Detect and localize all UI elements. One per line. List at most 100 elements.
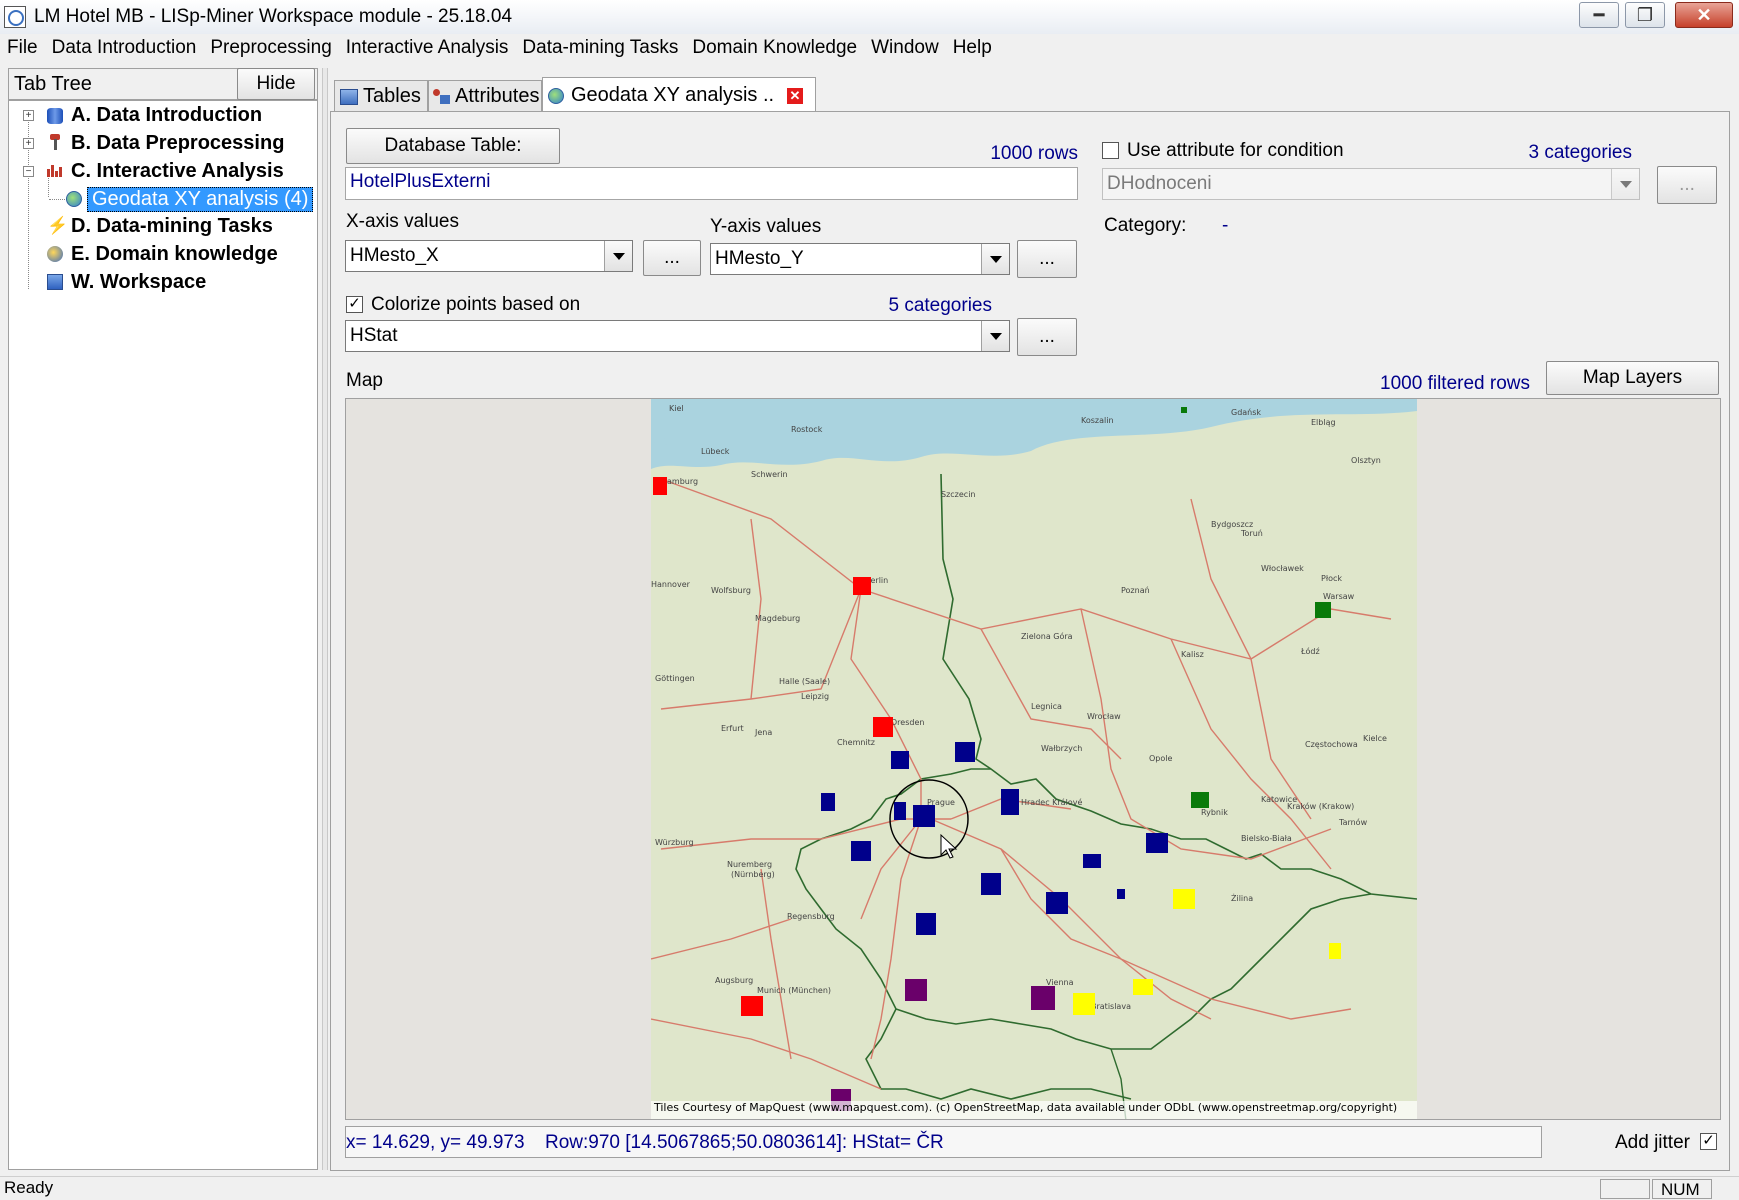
map-label: Map bbox=[346, 370, 383, 391]
tree-item-data-mining-tasks[interactable]: D. Data-mining Tasks bbox=[71, 215, 273, 238]
attributes-icon bbox=[433, 89, 451, 105]
svg-text:Wrocław: Wrocław bbox=[1087, 712, 1121, 721]
svg-text:Elbląg: Elbląg bbox=[1311, 418, 1336, 427]
svg-text:Żilina: Żilina bbox=[1231, 893, 1253, 903]
x-axis-select[interactable]: HMesto_X bbox=[345, 240, 633, 272]
globe-icon bbox=[66, 191, 82, 207]
svg-text:Jena: Jena bbox=[754, 728, 772, 737]
close-window-button[interactable]: ✕ bbox=[1675, 2, 1733, 28]
close-tab-icon[interactable]: ✕ bbox=[787, 88, 803, 104]
menu-interactive-analysis[interactable]: Interactive Analysis bbox=[339, 36, 516, 62]
menu-window[interactable]: Window bbox=[864, 36, 946, 62]
svg-text:Nuremberg: Nuremberg bbox=[727, 860, 772, 869]
menu-file[interactable]: File bbox=[0, 36, 45, 62]
map-viewport[interactable]: Kiel Rostock Lübeck Hamburg Schwerin Szczeci… bbox=[345, 398, 1721, 1120]
condition-options-button: ... bbox=[1657, 166, 1717, 204]
restore-button[interactable]: ❐ bbox=[1625, 2, 1665, 28]
svg-text:Regensburg: Regensburg bbox=[787, 912, 835, 921]
hide-button[interactable]: Hide bbox=[237, 68, 315, 100]
x-axis-options-button[interactable]: ... bbox=[643, 240, 701, 276]
tree-item-domain-knowledge[interactable]: E. Domain knowledge bbox=[71, 243, 278, 266]
svg-text:Hannover: Hannover bbox=[651, 580, 691, 589]
menu-help[interactable]: Help bbox=[946, 36, 999, 62]
tree-item-geodata-xy-analysis[interactable]: Geodata XY analysis (4) bbox=[87, 187, 314, 212]
add-jitter-checkbox[interactable]: ✓ bbox=[1700, 1133, 1717, 1150]
svg-text:Szczecin: Szczecin bbox=[941, 490, 976, 499]
map-canvas[interactable]: Kiel Rostock Lübeck Hamburg Schwerin Szczeci… bbox=[651, 399, 1417, 1119]
database-table-button[interactable]: Database Table: bbox=[346, 128, 560, 164]
expand-toggle-a[interactable]: + bbox=[23, 110, 34, 121]
menu-bar: File Data Introduction Preprocessing Int… bbox=[0, 36, 1739, 62]
menu-data-mining-tasks[interactable]: Data-mining Tasks bbox=[515, 36, 685, 62]
tab-tables[interactable]: Tables bbox=[334, 80, 428, 112]
city-labels: KielRostockLübeckHamburg SchwerinSzczeci… bbox=[651, 404, 1387, 1011]
svg-text:Munich (München): Munich (München) bbox=[757, 986, 831, 995]
menu-data-introduction[interactable]: Data Introduction bbox=[45, 36, 204, 62]
add-jitter-label: Add jitter bbox=[1615, 1132, 1690, 1153]
colorize-select[interactable]: HStat bbox=[345, 320, 1010, 352]
tree-item-data-introduction[interactable]: A. Data Introduction bbox=[71, 104, 262, 127]
tab-tree: + A. Data Introduction + B. Data Preproc… bbox=[8, 100, 318, 1170]
svg-text:Bydgoszcz: Bydgoszcz bbox=[1211, 520, 1253, 529]
menu-preprocessing[interactable]: Preprocessing bbox=[203, 36, 338, 62]
status-num-indicator: NUM bbox=[1652, 1179, 1712, 1199]
svg-text:Lübeck: Lübeck bbox=[701, 447, 730, 456]
svg-text:Bielsko-Biała: Bielsko-Biała bbox=[1241, 834, 1292, 843]
map-tiles: KielRostockLübeckHamburg SchwerinSzczeci… bbox=[651, 399, 1417, 1119]
rows-count: 1000 rows bbox=[990, 143, 1078, 164]
window-title: LM Hotel MB - LISp-Miner Workspace modul… bbox=[34, 6, 513, 27]
svg-text:Schwerin: Schwerin bbox=[751, 470, 788, 479]
use-attribute-checkbox[interactable] bbox=[1102, 142, 1119, 159]
table-name-field: HotelPlusExterni bbox=[345, 167, 1078, 200]
svg-text:Göttingen: Göttingen bbox=[655, 674, 695, 683]
svg-text:Łódź: Łódź bbox=[1300, 646, 1320, 656]
chevron-down-icon[interactable] bbox=[981, 244, 1009, 274]
cursor-coordinates: x= 14.629, y= 49.973 bbox=[346, 1132, 525, 1153]
svg-text:Halle (Saale): Halle (Saale) bbox=[779, 677, 830, 686]
title-bar: LM Hotel MB - LISp-Miner Workspace modul… bbox=[0, 0, 1739, 34]
chevron-down-icon[interactable] bbox=[981, 321, 1009, 351]
colorize-options-button[interactable]: ... bbox=[1017, 318, 1077, 356]
svg-text:Kraków (Krakow): Kraków (Krakow) bbox=[1287, 801, 1354, 811]
workspace-icon bbox=[47, 274, 63, 290]
menu-domain-knowledge[interactable]: Domain Knowledge bbox=[685, 36, 864, 62]
svg-text:Opole: Opole bbox=[1149, 754, 1172, 763]
svg-text:Wałbrzych: Wałbrzych bbox=[1041, 744, 1082, 753]
svg-text:Zielona Góra: Zielona Góra bbox=[1021, 631, 1073, 641]
colorize-categories: 5 categories bbox=[888, 295, 992, 316]
chevron-down-icon[interactable] bbox=[604, 241, 632, 271]
svg-text:Chemnitz: Chemnitz bbox=[837, 738, 875, 747]
status-bar: Ready NUM bbox=[0, 1176, 1739, 1200]
tab-attributes[interactable]: Attributes bbox=[428, 80, 542, 112]
database-icon bbox=[47, 108, 63, 124]
hover-info-field: x= 14.629, y= 49.973 Row:970 [14.5067865… bbox=[345, 1126, 1542, 1158]
y-axis-label: Y-axis values bbox=[710, 216, 822, 237]
app-icon[interactable] bbox=[4, 6, 26, 28]
use-attribute-label: Use attribute for condition bbox=[1127, 140, 1344, 161]
svg-text:Dresden: Dresden bbox=[891, 718, 924, 727]
y-axis-select[interactable]: HMesto_Y bbox=[710, 243, 1010, 275]
category-value: - bbox=[1222, 215, 1229, 236]
tree-item-data-preprocessing[interactable]: B. Data Preprocessing bbox=[71, 132, 284, 155]
svg-text:Vienna: Vienna bbox=[1046, 978, 1074, 987]
tab-geodata-xy-analysis[interactable]: Geodata XY analysis .. ✕ bbox=[542, 77, 816, 112]
minimize-button[interactable]: ━ bbox=[1579, 2, 1619, 28]
tree-item-interactive-analysis[interactable]: C. Interactive Analysis bbox=[71, 160, 284, 183]
panel-splitter[interactable] bbox=[322, 68, 328, 1170]
svg-text:Legnica: Legnica bbox=[1031, 702, 1062, 711]
map-layers-button[interactable]: Map Layers bbox=[1546, 361, 1719, 395]
svg-text:Kiel: Kiel bbox=[669, 404, 684, 413]
tree-item-workspace[interactable]: W. Workspace bbox=[71, 271, 206, 294]
svg-text:Hradec Králové: Hradec Králové bbox=[1021, 797, 1082, 807]
y-axis-options-button[interactable]: ... bbox=[1017, 240, 1077, 278]
collapse-toggle-c[interactable]: − bbox=[23, 166, 34, 177]
chevron-down-icon bbox=[1611, 169, 1639, 199]
row-info: Row:970 [14.5067865;50.0803614]: HStat= … bbox=[545, 1132, 944, 1153]
colorize-checkbox[interactable]: ✓ bbox=[346, 296, 363, 313]
svg-text:Płock: Płock bbox=[1321, 574, 1342, 583]
svg-text:Kielce: Kielce bbox=[1363, 734, 1387, 743]
expand-toggle-b[interactable]: + bbox=[23, 138, 34, 149]
svg-text:Warsaw: Warsaw bbox=[1323, 592, 1355, 601]
status-ready: Ready bbox=[4, 1178, 54, 1197]
knowledge-icon bbox=[47, 246, 63, 262]
